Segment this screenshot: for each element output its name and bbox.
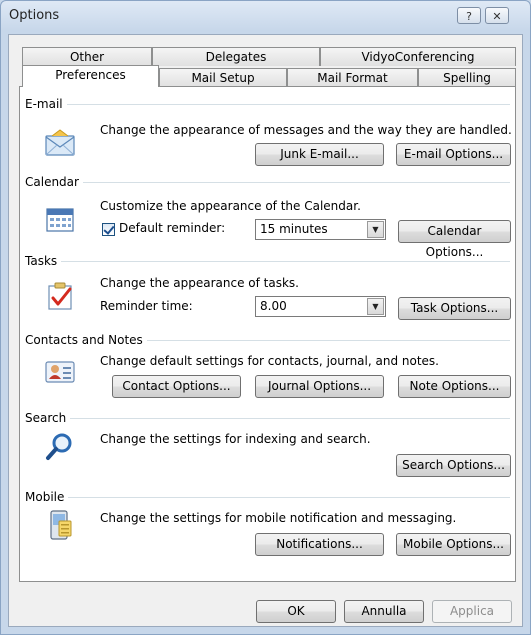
default-reminder-value: 15 minutes xyxy=(260,222,328,236)
task-options-button[interactable]: Task Options... xyxy=(398,297,511,320)
chevron-down-icon[interactable]: ▼ xyxy=(367,298,384,315)
email-options-button[interactable]: E-mail Options... xyxy=(396,143,511,166)
help-button[interactable]: ? xyxy=(457,7,481,24)
chevron-down-icon[interactable]: ▼ xyxy=(367,221,384,238)
tasks-divider xyxy=(25,261,510,262)
search-group-title: Search xyxy=(25,411,71,425)
default-reminder-checkbox[interactable] xyxy=(102,223,115,236)
apply-button[interactable]: Applica xyxy=(432,600,512,623)
dialog-client: Other Delegates VidyoConferencing Prefer… xyxy=(8,34,523,627)
reminder-time-value: 8.00 xyxy=(260,299,287,313)
tab-preferences[interactable]: Preferences xyxy=(22,65,159,87)
search-description: Change the settings for indexing and sea… xyxy=(100,432,371,446)
calendar-icon xyxy=(46,208,74,232)
mobile-group-title: Mobile xyxy=(25,490,69,504)
search-options-button[interactable]: Search Options... xyxy=(396,454,511,477)
close-button[interactable]: ✕ xyxy=(485,7,509,24)
window-title: Options xyxy=(9,8,60,23)
note-options-button[interactable]: Note Options... xyxy=(398,375,511,398)
mobile-device-icon xyxy=(50,510,72,540)
cancel-button[interactable]: Annulla xyxy=(344,600,424,623)
mobile-options-button[interactable]: Mobile Options... xyxy=(396,533,511,556)
reminder-time-select[interactable]: 8.00 ▼ xyxy=(255,296,386,317)
contact-card-icon xyxy=(45,361,75,383)
default-reminder-label: Default reminder: xyxy=(119,221,226,235)
tab-spelling[interactable]: Spelling xyxy=(418,68,516,87)
tasks-description: Change the appearance of tasks. xyxy=(100,276,299,290)
tab-mail-format[interactable]: Mail Format xyxy=(287,68,418,87)
envelope-icon xyxy=(45,129,75,156)
tasks-group-title: Tasks xyxy=(25,254,62,268)
email-divider xyxy=(25,104,510,105)
notifications-button[interactable]: Notifications... xyxy=(255,533,384,556)
tab-vidyoconferencing[interactable]: VidyoConferencing xyxy=(320,47,516,66)
calendar-divider xyxy=(25,182,510,183)
magnifier-icon xyxy=(46,433,72,460)
tab-delegates[interactable]: Delegates xyxy=(152,47,320,66)
tab-mail-setup[interactable]: Mail Setup xyxy=(159,68,287,87)
search-divider xyxy=(25,418,510,419)
mobile-description: Change the settings for mobile notificat… xyxy=(100,511,457,525)
reminder-time-label: Reminder time: xyxy=(100,299,193,313)
preferences-panel: E-mail Change the appearance of messages… xyxy=(19,86,516,582)
title-bar: Options ? ✕ xyxy=(1,1,530,31)
email-description: Change the appearance of messages and th… xyxy=(100,123,512,137)
options-dialog: Options ? ✕ Other Delegates VidyoConfere… xyxy=(0,0,531,635)
email-group-title: E-mail xyxy=(25,97,67,111)
contacts-group-title: Contacts and Notes xyxy=(25,333,147,347)
calendar-options-button[interactable]: Calendar Options... xyxy=(398,220,511,259)
task-checkmark-icon xyxy=(48,282,72,310)
calendar-description: Customize the appearance of the Calendar… xyxy=(100,199,361,213)
calendar-group-title: Calendar xyxy=(25,175,83,189)
contact-options-button[interactable]: Contact Options... xyxy=(112,375,241,398)
journal-options-button[interactable]: Journal Options... xyxy=(255,375,384,398)
tab-other[interactable]: Other xyxy=(22,47,152,66)
mobile-divider xyxy=(25,497,510,498)
close-icon: ✕ xyxy=(492,10,502,23)
contacts-description: Change default settings for contacts, jo… xyxy=(100,354,439,368)
default-reminder-select[interactable]: 15 minutes ▼ xyxy=(255,219,386,240)
junk-email-button[interactable]: Junk E-mail... xyxy=(255,143,384,166)
ok-button[interactable]: OK xyxy=(256,600,336,623)
